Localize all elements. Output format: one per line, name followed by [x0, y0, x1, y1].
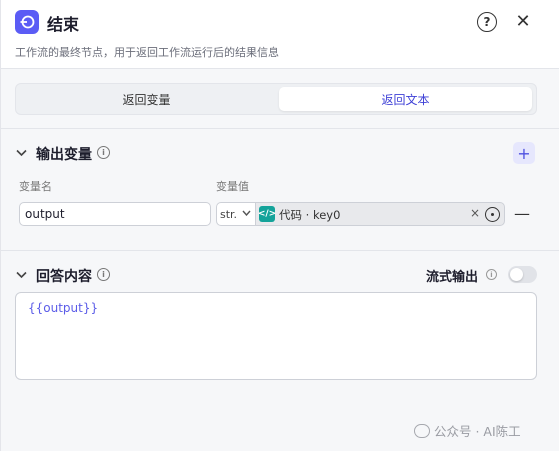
- add-variable-button[interactable]: +: [513, 142, 535, 164]
- reference-text: 代码 · key0: [279, 208, 341, 222]
- wechat-icon: [414, 423, 430, 438]
- answer-content-editor[interactable]: {{output}}: [15, 292, 537, 380]
- column-header-name: 变量名: [19, 180, 52, 193]
- node-title: 结束: [47, 15, 80, 34]
- tab-return-text[interactable]: 返回文本: [279, 87, 532, 111]
- help-icon[interactable]: ?: [477, 12, 497, 32]
- code-node-icon: </>: [258, 206, 276, 222]
- end-node-icon: [15, 10, 39, 34]
- variable-type-value: str.: [220, 207, 238, 221]
- stream-output-label: 流式输出: [426, 270, 479, 285]
- info-icon: i: [486, 269, 497, 280]
- output-variables-title: 输出变量: [36, 147, 92, 163]
- target-icon[interactable]: [485, 207, 500, 222]
- variable-name-input[interactable]: output: [19, 202, 211, 226]
- watermark: 公众号 · AI陈工: [414, 421, 521, 440]
- tab-return-variable[interactable]: 返回变量: [20, 87, 273, 111]
- answer-content-title: 回答内容: [36, 269, 92, 285]
- variable-type-select[interactable]: str.: [216, 202, 256, 226]
- collapse-chevron-icon[interactable]: [15, 269, 27, 281]
- node-description: 工作流的最终节点，用于返回工作流运行后的结果信息: [15, 46, 279, 59]
- end-node-panel: 结束 ? ✕ 工作流的最终节点，用于返回工作流运行后的结果信息 返回变量 返回文…: [0, 0, 559, 451]
- stream-output-toggle[interactable]: [508, 266, 537, 283]
- toggle-knob: [510, 268, 523, 281]
- column-header-value: 变量值: [216, 180, 249, 193]
- info-icon: i: [97, 146, 110, 159]
- remove-variable-button[interactable]: —: [514, 204, 530, 223]
- collapse-chevron-icon[interactable]: [15, 147, 27, 159]
- chevron-down-icon: [242, 209, 251, 219]
- clear-icon[interactable]: ×: [470, 206, 480, 220]
- panel-header: 结束 ? ✕ 工作流的最终节点，用于返回工作流运行后的结果信息: [1, 0, 559, 68]
- variable-value-reference[interactable]: </> 代码 · key0 ×: [255, 202, 505, 226]
- watermark-text: 公众号 · AI陈工: [434, 424, 521, 439]
- info-icon: i: [97, 268, 110, 281]
- return-mode-tabs: 返回变量 返回文本: [15, 83, 537, 115]
- close-icon[interactable]: ✕: [513, 10, 533, 32]
